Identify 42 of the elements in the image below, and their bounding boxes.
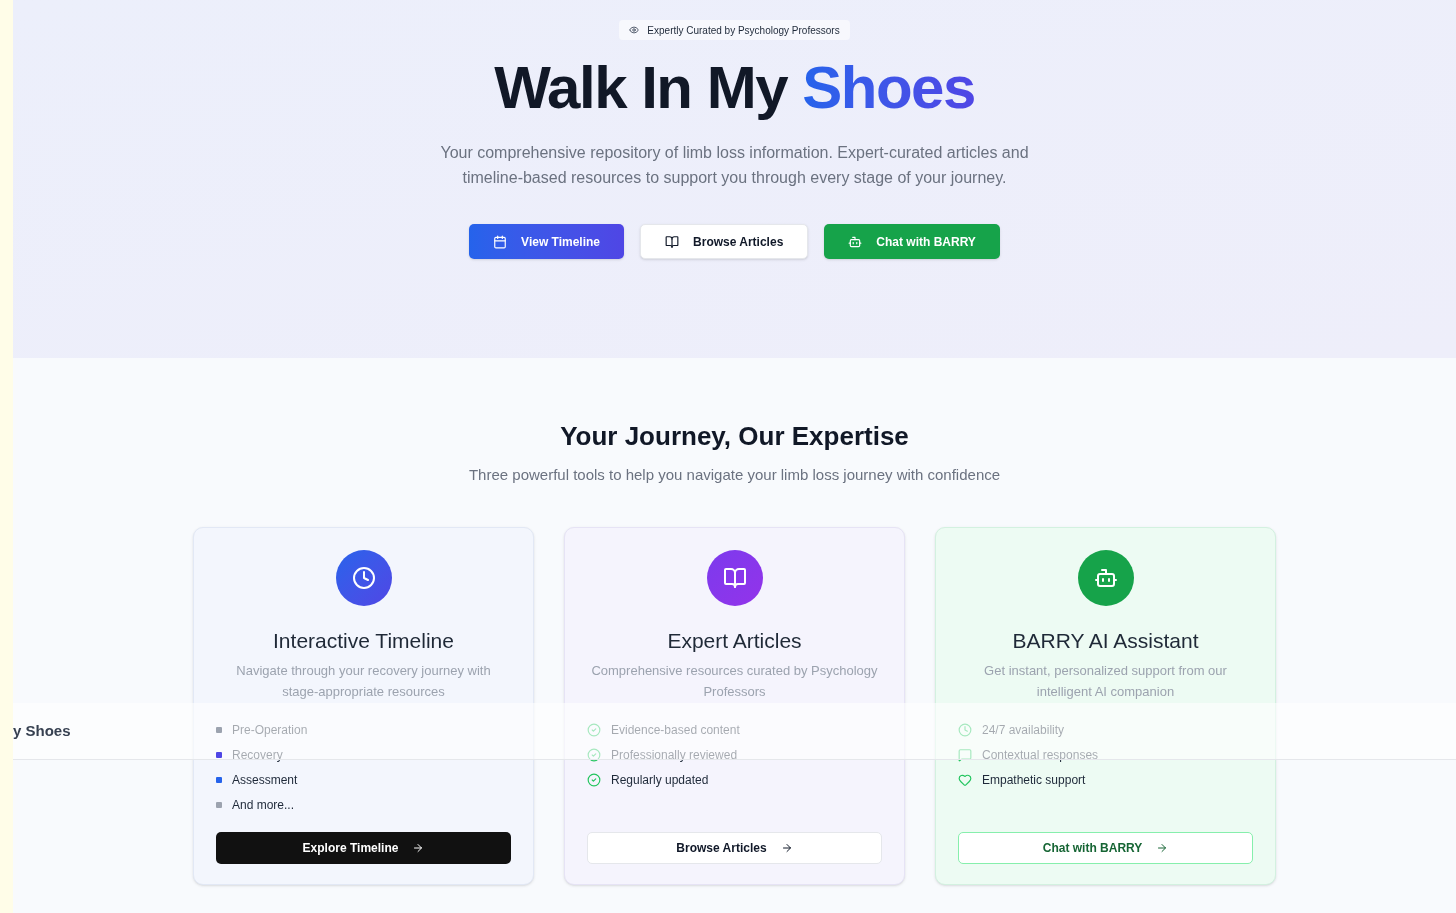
clock-icon bbox=[958, 723, 972, 737]
feature-item: Regularly updated bbox=[611, 772, 709, 789]
calendar-icon bbox=[493, 234, 508, 249]
card-title: Interactive Timeline bbox=[273, 627, 454, 654]
card-description: Comprehensive resources curated by Psychology Professors bbox=[590, 661, 879, 701]
card-button[interactable]: Browse Articles bbox=[587, 831, 882, 864]
feature-item: Evidence-based content bbox=[611, 722, 740, 739]
card-title: Expert Articles bbox=[667, 627, 802, 654]
check-circle-icon bbox=[587, 748, 601, 762]
brand-name: y Shoes bbox=[13, 720, 71, 741]
clock-icon bbox=[351, 565, 376, 590]
arrow-right-icon bbox=[780, 841, 793, 854]
badge: Expertly Curated by Psychology Professors bbox=[619, 20, 850, 40]
page-title: Walk In My Shoes bbox=[494, 56, 975, 120]
chat-bubble-icon bbox=[958, 748, 972, 762]
book-icon bbox=[665, 234, 680, 249]
feature-item: 24/7 availability bbox=[982, 722, 1065, 739]
card-title: BARRY AI Assistant bbox=[1012, 627, 1199, 654]
feature-item: And more... bbox=[232, 797, 295, 814]
check-circle-icon bbox=[587, 723, 601, 737]
feature-item: Contextual responses bbox=[982, 747, 1099, 764]
robot-icon bbox=[848, 234, 863, 249]
feature-item: Empathetic support bbox=[982, 772, 1086, 789]
feature-item: Recovery bbox=[232, 747, 283, 764]
feature-item: Professionally reviewed bbox=[611, 747, 738, 764]
book-icon bbox=[722, 565, 747, 590]
check-circle-icon bbox=[587, 773, 601, 787]
hero-button[interactable]: View Timeline bbox=[469, 224, 625, 259]
section-subheading: Three powerful tools to help you navigate your limb loss journey with confidence bbox=[468, 465, 1001, 485]
hero-description: Your comprehensive repository of limb loss information. Expert-curated articles and timeline-based resources to support you through every stage of your journey. bbox=[439, 143, 1030, 188]
card-button[interactable]: Explore Timeline bbox=[216, 831, 511, 864]
section-heading: Your Journey, Our Expertise bbox=[560, 420, 909, 452]
heart-icon bbox=[958, 773, 972, 787]
card-button[interactable]: Chat with BARRY bbox=[958, 831, 1253, 864]
feature-item: Assessment bbox=[232, 772, 298, 789]
arrow-right-icon bbox=[1156, 841, 1169, 854]
eye-icon bbox=[629, 25, 640, 35]
hero-button[interactable]: Browse Articles bbox=[640, 224, 809, 259]
card-description: Navigate through your recovery journey with stage-appropriate resources bbox=[235, 661, 492, 701]
arrow-right-icon bbox=[412, 841, 425, 854]
card-description: Get instant, personalized support from our intelligent AI companion bbox=[983, 661, 1228, 701]
feature-item: Pre-Operation bbox=[232, 722, 308, 739]
